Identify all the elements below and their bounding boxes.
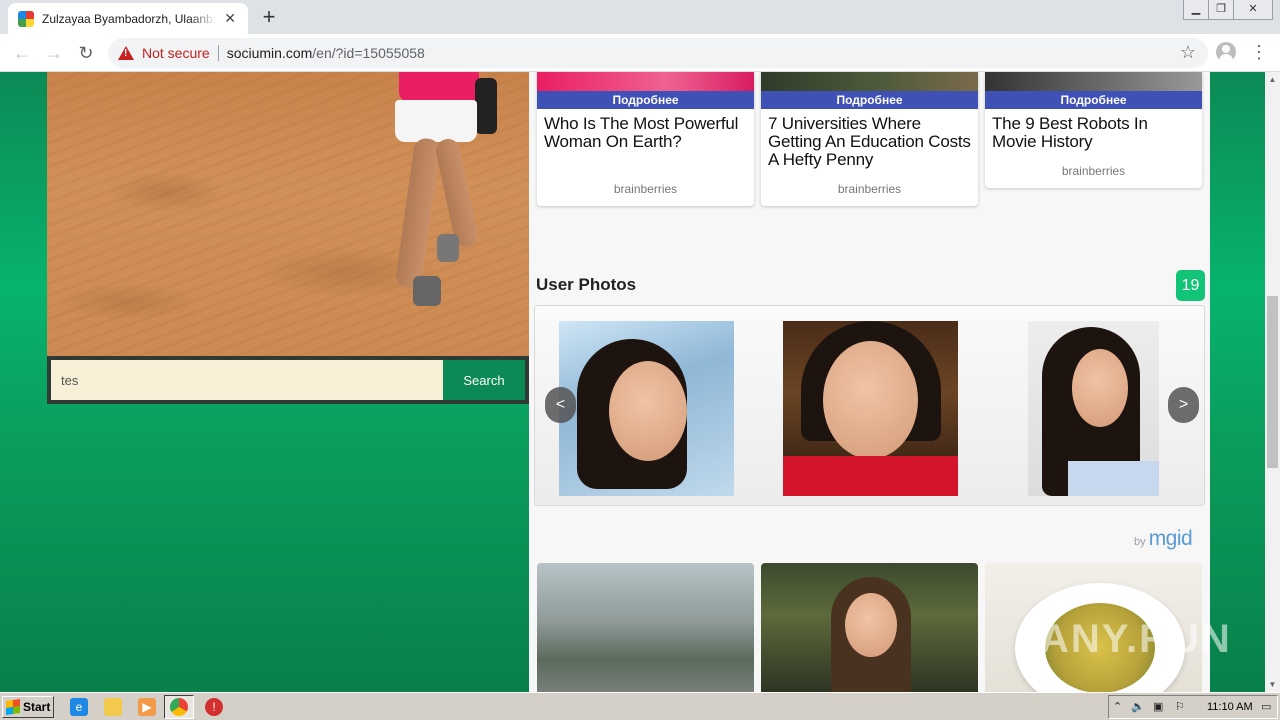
- card-image: [761, 72, 978, 91]
- card-title: Who Is The Most Powerful Woman On Earth?: [544, 114, 739, 151]
- back-arrow-icon[interactable]: ←: [10, 41, 34, 65]
- article-card[interactable]: Подробнее 7 Universities Where Getting A…: [761, 72, 978, 206]
- article-card[interactable]: Подробнее The 9 Best Robots In Movie His…: [985, 72, 1202, 188]
- user-photos-title: User Photos: [536, 275, 637, 294]
- photo-detail: [399, 72, 479, 102]
- browser-toolbar: ← → ↻ Not secure sociumin.com/en/?id=150…: [0, 34, 1280, 72]
- scroll-up-arrow-icon[interactable]: ▲: [1265, 72, 1280, 87]
- card-image: [537, 72, 754, 91]
- tab-title: Zulzayaa Byambadorzh, Ulaanbaatar: [42, 11, 217, 26]
- warning-icon: [118, 46, 134, 60]
- volume-icon[interactable]: 🔈: [1131, 700, 1145, 713]
- network-icon[interactable]: ▣: [1153, 700, 1163, 713]
- ad-card-image[interactable]: [537, 563, 754, 692]
- url-domain: sociumin.com: [226, 45, 313, 61]
- profile-avatar-icon[interactable]: [1216, 42, 1236, 62]
- clock: 11:10 AM: [1207, 701, 1253, 713]
- carousel-next-button[interactable]: >: [1168, 387, 1199, 423]
- watermark: ANY.RUN: [1040, 617, 1232, 661]
- scroll-down-arrow-icon[interactable]: ▼: [1265, 677, 1280, 692]
- media-player-icon[interactable]: ▶: [138, 698, 156, 716]
- search-form: Search: [47, 356, 529, 404]
- reload-icon[interactable]: ↻: [74, 41, 98, 65]
- windows-logo-icon: [6, 699, 20, 715]
- photo-detail: [1072, 349, 1128, 427]
- card-title: 7 Universities Where Getting An Educatio…: [768, 114, 971, 169]
- photo-detail: [609, 361, 687, 461]
- mgid-logo[interactable]: by mgid: [1134, 527, 1193, 551]
- user-photo[interactable]: [559, 321, 734, 496]
- card-more-label: Подробнее: [761, 91, 978, 109]
- photo-detail: [395, 100, 477, 142]
- card-image: [985, 72, 1202, 91]
- url-path: /en/?id=15055058: [312, 45, 425, 61]
- close-tab-icon[interactable]: ✕: [222, 10, 238, 27]
- new-tab-button[interactable]: +: [258, 5, 280, 29]
- chrome-icon: [170, 698, 188, 716]
- show-desktop-icon[interactable]: ▭: [1261, 700, 1271, 713]
- mgid-by-label: by: [1134, 536, 1146, 548]
- card-more-label: Подробнее: [537, 91, 754, 109]
- photo-detail: [1068, 461, 1159, 496]
- internet-explorer-icon[interactable]: e: [70, 698, 88, 716]
- system-tray: ⌃ 🔈 ▣ ⚐ 11:10 AM ▭: [1108, 695, 1278, 719]
- card-source: brainberries: [1061, 164, 1126, 178]
- photo-detail: [394, 136, 442, 290]
- menu-kebab-icon[interactable]: ⋮: [1250, 42, 1268, 63]
- photo-detail: [475, 78, 497, 134]
- forward-arrow-icon[interactable]: →: [42, 41, 66, 65]
- restore-window-button[interactable]: ❐: [1208, 0, 1234, 20]
- windows-taskbar: Start e ▶ ! ⌃ 🔈 ▣ ⚐ 11:10 AM ▭: [0, 692, 1280, 720]
- photo-detail: [845, 593, 897, 657]
- tray-expand-icon[interactable]: ⌃: [1113, 700, 1122, 713]
- profile-photo[interactable]: [47, 72, 529, 356]
- browser-tab[interactable]: Zulzayaa Byambadorzh, Ulaanbaatar ✕: [8, 3, 248, 34]
- photo-detail: [783, 456, 958, 496]
- user-photo[interactable]: [1028, 321, 1159, 496]
- card-more-label: Подробнее: [985, 91, 1202, 109]
- url-text: sociumin.com/en/?id=15055058: [227, 45, 425, 61]
- chrome-taskbar-button[interactable]: [164, 695, 194, 719]
- start-button[interactable]: Start: [2, 696, 54, 718]
- page-viewport: Search Подробнее Who Is The Most Powerfu…: [0, 72, 1265, 692]
- address-bar[interactable]: Not secure sociumin.com/en/?id=15055058 …: [108, 38, 1208, 68]
- ad-card-image[interactable]: [761, 563, 978, 692]
- article-card[interactable]: Подробнее Who Is The Most Powerful Woman…: [537, 72, 754, 206]
- card-source: brainberries: [613, 182, 678, 196]
- not-secure-label: Not secure: [142, 45, 210, 61]
- card-title: The 9 Best Robots In Movie History: [992, 114, 1148, 151]
- site-favicon-icon: [18, 10, 34, 27]
- tab-strip: Zulzayaa Byambadorzh, Ulaanbaatar ✕ + ▁ …: [0, 0, 1280, 34]
- card-source: brainberries: [837, 182, 902, 196]
- carousel-prev-button[interactable]: <: [545, 387, 576, 423]
- minimize-window-button[interactable]: ▁: [1183, 0, 1209, 20]
- photo-detail: [413, 276, 441, 306]
- photo-detail: [823, 341, 918, 459]
- user-photo[interactable]: [783, 321, 958, 496]
- search-button[interactable]: Search: [443, 360, 525, 400]
- search-input[interactable]: [51, 360, 443, 400]
- bookmark-star-icon[interactable]: ☆: [1180, 42, 1196, 63]
- photo-detail: [437, 234, 459, 262]
- photo-detail: [433, 136, 481, 250]
- action-center-flag-icon[interactable]: ⚐: [1175, 700, 1185, 713]
- divider: [217, 45, 219, 61]
- photo-count-badge: 19: [1176, 270, 1205, 301]
- start-label: Start: [23, 700, 51, 714]
- photo-carousel: < >: [534, 305, 1205, 506]
- folder-icon[interactable]: [104, 698, 122, 716]
- scroll-thumb[interactable]: [1267, 296, 1278, 468]
- stop-icon[interactable]: !: [205, 698, 223, 716]
- main-content: Подробнее Who Is The Most Powerful Woman…: [529, 72, 1210, 692]
- vertical-scrollbar[interactable]: ▲ ▼: [1265, 72, 1280, 692]
- close-window-button[interactable]: ✕: [1233, 0, 1273, 20]
- mgid-brand: mgid: [1148, 527, 1193, 550]
